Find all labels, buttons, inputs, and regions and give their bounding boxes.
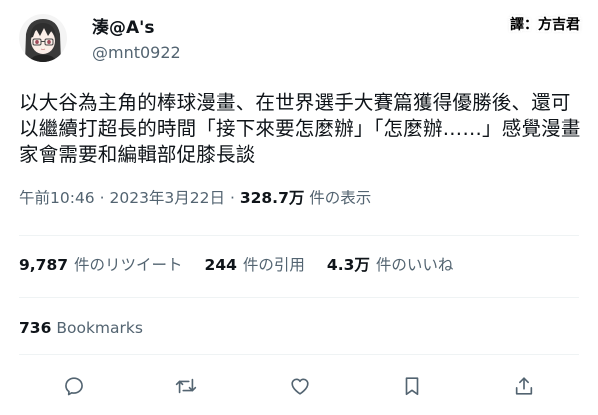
like-button[interactable] — [286, 372, 314, 400]
bookmarks-stat[interactable]: 736 Bookmarks — [19, 317, 143, 339]
action-bar — [60, 372, 550, 400]
author-display-name[interactable]: 湊@A's — [92, 17, 154, 39]
retweet-icon — [175, 378, 197, 394]
bookmark-icon — [405, 377, 419, 396]
like-icon — [291, 378, 309, 395]
meta-separator-1: · — [99, 189, 105, 207]
retweets-label: 件のリツイート — [74, 256, 183, 274]
meta-separator-2: · — [229, 189, 235, 207]
likes-count: 4.3万 — [326, 256, 370, 274]
engagement-stats: 9,787 件のリツイート 244 件の引用 4.3万 件のいいね — [19, 254, 475, 276]
views-label: 件の表示 — [309, 189, 372, 207]
quotes-count: 244 — [204, 256, 237, 274]
tweet-time[interactable]: 午前10:46 — [19, 189, 95, 207]
reply-button[interactable] — [60, 372, 88, 400]
tweet-text: 以大谷為主角的棒球漫畫、在世界選手大賽篇獲得優勝後、還可以繼續打超長的時間「接下… — [19, 91, 581, 166]
quotes-label: 件の引用 — [242, 256, 305, 274]
retweets-stat[interactable]: 9,787 件のリツイート — [19, 254, 183, 276]
tweet-meta: 午前10:46 · 2023年3月22日 · 328.7万 件の表示 — [19, 187, 371, 209]
likes-label: 件のいいね — [375, 256, 454, 274]
translator-watermark: 譯：方吉君 — [510, 17, 580, 33]
views-count: 328.7万 — [239, 189, 305, 207]
retweet-button[interactable] — [172, 372, 200, 400]
share-button[interactable] — [510, 372, 538, 400]
tweet-date[interactable]: 2023年3月22日 — [109, 189, 225, 207]
likes-stat[interactable]: 4.3万 件のいいね — [327, 254, 453, 276]
retweets-count: 9,787 — [19, 256, 69, 274]
divider — [19, 354, 579, 355]
bookmark-button[interactable] — [398, 372, 426, 400]
divider — [19, 297, 579, 298]
author-handle[interactable]: @mnt0922 — [92, 43, 181, 63]
quotes-stat[interactable]: 244 件の引用 — [205, 254, 305, 276]
share-icon — [515, 377, 533, 395]
avatar-image — [19, 14, 67, 62]
bookmarks-label: Bookmarks — [56, 319, 143, 337]
bookmarks-count: 736 — [19, 319, 52, 337]
avatar[interactable] — [19, 14, 67, 62]
reply-icon — [65, 377, 83, 396]
divider — [19, 235, 579, 236]
